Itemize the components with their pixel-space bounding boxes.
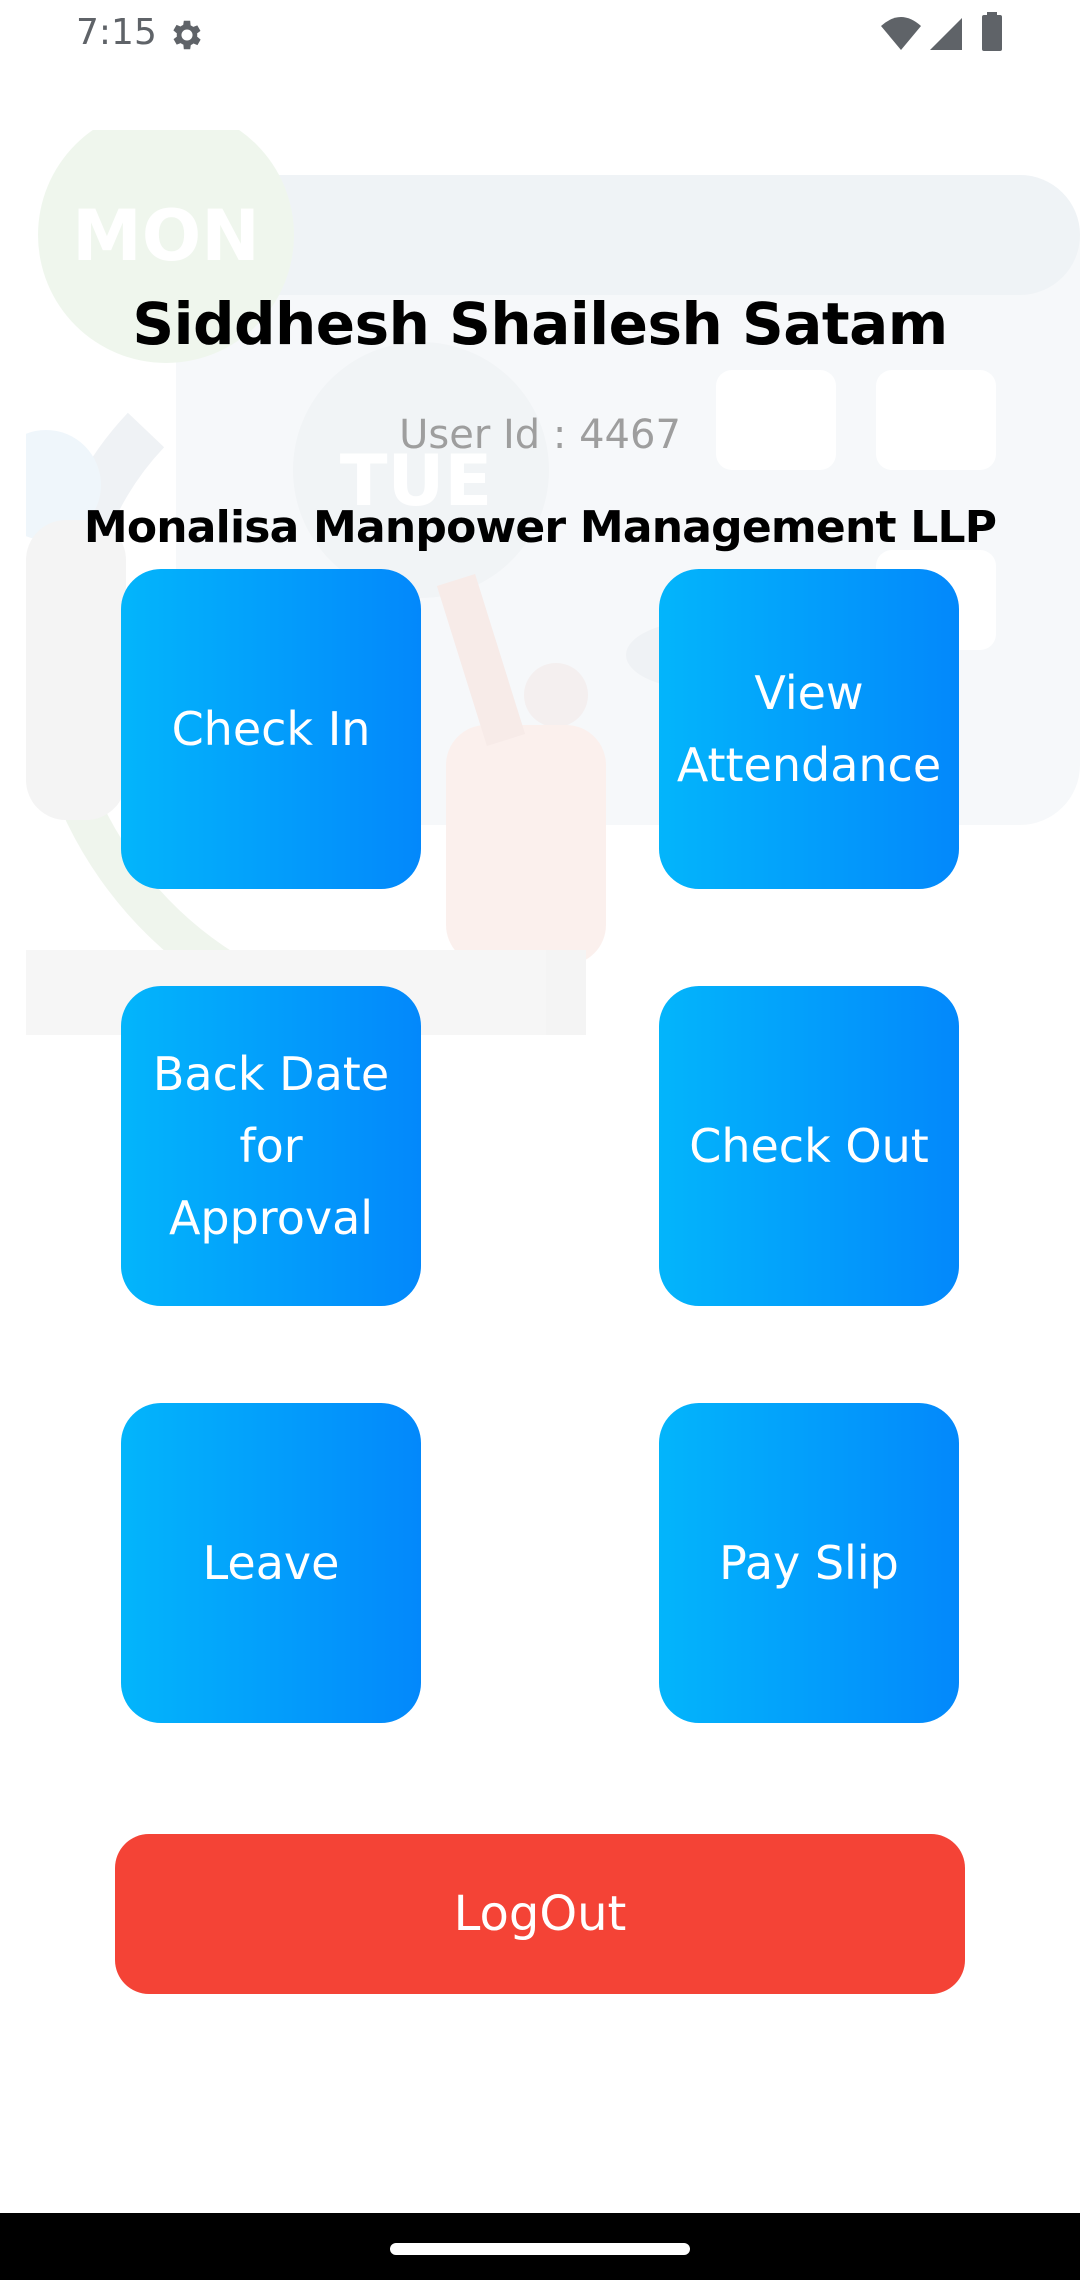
back-date-approval-label: Back Date for Approval xyxy=(152,1047,390,1245)
navigation-bar xyxy=(0,2213,1080,2280)
check-out-button[interactable]: Check Out xyxy=(659,986,959,1306)
user-name: Siddhesh Shailesh Satam xyxy=(132,290,948,358)
pay-slip-button[interactable]: Pay Slip xyxy=(659,1403,959,1723)
check-in-label: Check In xyxy=(171,702,371,756)
view-attendance-button[interactable]: View Attendance xyxy=(659,569,959,889)
back-date-approval-button[interactable]: Back Date for Approval xyxy=(121,986,421,1306)
battery-icon xyxy=(982,12,1002,51)
company-name: Monalisa Manpower Management LLP xyxy=(83,502,997,553)
wifi-icon xyxy=(881,17,921,50)
home-gesture-handle[interactable] xyxy=(390,2243,690,2255)
leave-label: Leave xyxy=(202,1536,340,1590)
leave-button[interactable]: Leave xyxy=(121,1403,421,1723)
check-out-label: Check Out xyxy=(689,1119,929,1173)
signal-icon xyxy=(930,18,962,50)
mon-label: MON xyxy=(72,195,260,277)
status-bar: 7:15 xyxy=(0,0,1080,70)
logout-label: LogOut xyxy=(453,1886,627,1942)
status-time: 7:15 xyxy=(76,12,157,53)
user-id: User Id : 4467 xyxy=(399,412,681,458)
pay-slip-label: Pay Slip xyxy=(719,1536,899,1590)
gear-icon xyxy=(173,20,201,50)
view-attendance-label: View Attendance xyxy=(676,666,942,792)
logout-button[interactable]: LogOut xyxy=(115,1834,965,1994)
check-in-button[interactable]: Check In xyxy=(121,569,421,889)
